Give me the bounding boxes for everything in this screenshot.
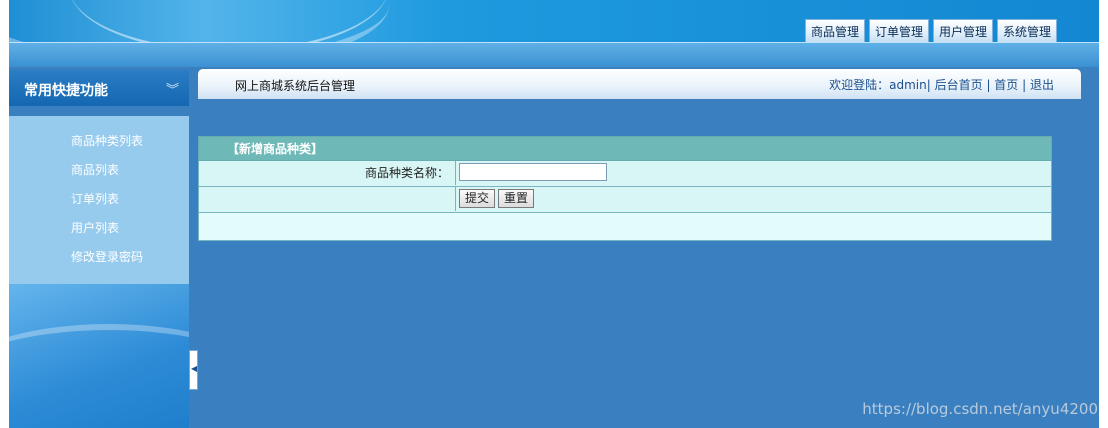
form-cell: 提交 重置 xyxy=(459,189,537,208)
sidebar-decoration xyxy=(9,284,189,428)
form-title: 【新增商品种类】 xyxy=(198,136,1052,161)
category-name-input[interactable] xyxy=(459,163,607,181)
double-chevron-down-icon[interactable]: ︾ xyxy=(166,79,179,98)
tab-product-management[interactable]: 商品管理 xyxy=(804,19,865,42)
category-name-label: 商品种类名称： xyxy=(199,161,456,185)
form-row-name: 商品种类名称： xyxy=(198,161,1052,187)
sidebar-item-category-list[interactable]: 商品种类列表 xyxy=(71,132,143,149)
form-row-actions: 提交 重置 xyxy=(198,187,1052,213)
sidebar-item-product-list[interactable]: 商品列表 xyxy=(71,161,119,178)
sidebar-menu: 商品种类列表 商品列表 订单列表 用户列表 修改登录密码 xyxy=(9,116,189,284)
sidebar-header[interactable]: 常用快捷功能 ︾ xyxy=(9,70,189,106)
separator: | xyxy=(1018,78,1030,92)
header-sub-bar xyxy=(9,42,1099,68)
watermark: https://blog.csdn.net/anyu4200 xyxy=(862,400,1098,418)
sidebar-item-change-password[interactable]: 修改登录密码 xyxy=(71,248,143,265)
caret-left-icon: ◀ xyxy=(191,364,198,373)
separator: | xyxy=(926,78,935,92)
breadcrumb-bar: 网上商城系统后台管理 欢迎登陆：admin| 后台首页 | 首页 | 退出 xyxy=(198,69,1081,99)
reset-button[interactable]: 重置 xyxy=(498,189,535,208)
tab-system-management[interactable]: 系统管理 xyxy=(996,19,1057,42)
empty-label-cell xyxy=(199,187,456,211)
welcome-text: 欢迎登陆： xyxy=(829,78,890,92)
tab-order-management[interactable]: 订单管理 xyxy=(868,19,929,42)
logout-link[interactable]: 退出 xyxy=(1030,78,1054,92)
submit-button[interactable]: 提交 xyxy=(459,189,496,208)
admin-home-link[interactable]: 后台首页 xyxy=(935,78,983,92)
username-link[interactable]: admin xyxy=(889,78,927,92)
sidebar-item-user-list[interactable]: 用户列表 xyxy=(71,219,119,236)
sidebar-title: 常用快捷功能 xyxy=(24,83,108,99)
form-cell xyxy=(459,163,607,181)
top-nav: 商品管理 订单管理 用户管理 系统管理 xyxy=(804,19,1057,42)
user-links: 欢迎登陆：admin| 后台首页 | 首页 | 退出 xyxy=(829,76,1054,93)
add-category-form: 【新增商品种类】 商品种类名称： 提交 重置 xyxy=(198,136,1052,241)
tab-user-management[interactable]: 用户管理 xyxy=(932,19,993,42)
sidebar-collapse-handle[interactable]: ◀ xyxy=(189,350,198,390)
top-header: 商品管理 订单管理 用户管理 系统管理 xyxy=(9,0,1099,42)
form-row-empty xyxy=(198,213,1052,241)
sidebar-wave xyxy=(9,324,189,428)
sidebar-item-order-list[interactable]: 订单列表 xyxy=(71,190,119,207)
page-title: 网上商城系统后台管理 xyxy=(235,79,356,93)
separator: | xyxy=(982,78,995,92)
home-link[interactable]: 首页 xyxy=(994,78,1018,92)
